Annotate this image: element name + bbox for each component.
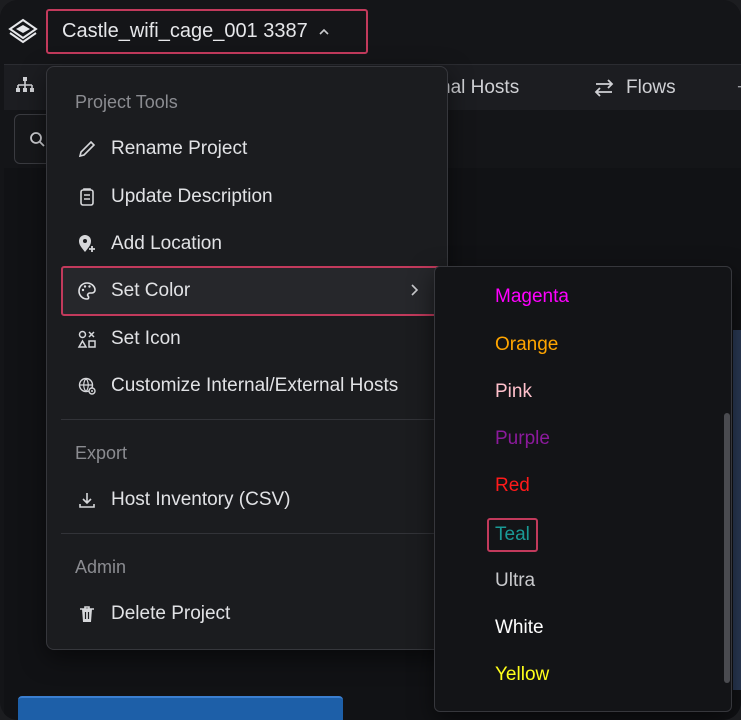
- pencil-icon: [77, 139, 97, 159]
- menu-item-rename-project[interactable]: Rename Project: [61, 126, 439, 172]
- menu-item-add-location[interactable]: Add Location: [61, 221, 439, 267]
- chevron-right-icon: [411, 284, 419, 296]
- search-icon: [30, 132, 45, 147]
- canvas-card[interactable]: [18, 696, 343, 720]
- clipboard-icon: [77, 187, 97, 207]
- network-tree-icon[interactable]: [14, 75, 36, 95]
- menu-item-delete-project[interactable]: Delete Project: [61, 591, 439, 637]
- menu-item-label: Set Icon: [111, 328, 181, 349]
- add-tab-button[interactable]: +: [737, 77, 741, 99]
- project-tools-menu: Project Tools Rename Project Update Desc…: [46, 66, 448, 650]
- project-title: Castle_wifi_cage_001 3387: [62, 20, 308, 42]
- canvas-node-edge: [733, 330, 741, 690]
- map-pin-plus-icon: [77, 234, 97, 254]
- menu-item-label: Rename Project: [111, 138, 248, 159]
- menu-item-label: Update Description: [111, 186, 273, 207]
- menu-item-label: Add Location: [111, 233, 222, 254]
- section-project-tools: Project Tools: [75, 92, 178, 112]
- submenu-scrollbar[interactable]: [724, 413, 730, 683]
- color-option-red[interactable]: Red: [495, 475, 530, 497]
- top-bar: Castle_wifi_cage_001 3387: [0, 0, 741, 62]
- menu-item-host-inventory-csv[interactable]: Host Inventory (CSV): [61, 477, 439, 523]
- color-option-magenta[interactable]: Magenta: [495, 286, 569, 308]
- color-option-teal[interactable]: Teal: [487, 518, 538, 552]
- globe-gear-icon: [77, 376, 97, 396]
- menu-item-label: Host Inventory (CSV): [111, 489, 291, 510]
- section-admin: Admin: [75, 557, 127, 577]
- app-window: Castle_wifi_cage_001 3387 nal Hosts Flow…: [0, 0, 741, 720]
- color-option-purple[interactable]: Purple: [495, 428, 550, 450]
- tab-flows[interactable]: Flows: [594, 77, 676, 99]
- color-submenu: Magenta Orange Pink Purple Red Teal Ultra White…: [434, 266, 732, 712]
- color-option-white[interactable]: White: [495, 617, 544, 639]
- download-icon: [77, 490, 97, 510]
- project-selector-button[interactable]: Castle_wifi_cage_001 3387: [46, 9, 368, 54]
- color-option-yellow[interactable]: Yellow: [495, 664, 549, 686]
- menu-item-set-color[interactable]: Set Color: [61, 266, 441, 316]
- menu-divider: [61, 419, 435, 420]
- menu-divider: [61, 533, 435, 534]
- menu-item-label: Customize Internal/External Hosts: [111, 375, 399, 396]
- flows-arrows-icon: [594, 79, 614, 97]
- section-export: Export: [75, 443, 128, 463]
- trash-icon: [77, 604, 97, 624]
- color-option-orange[interactable]: Orange: [495, 334, 558, 356]
- tab-flows-label: Flows: [626, 77, 676, 98]
- color-option-pink[interactable]: Pink: [495, 381, 532, 403]
- menu-item-label: Delete Project: [111, 603, 231, 624]
- shapes-icon: [77, 329, 97, 349]
- app-logo-icon[interactable]: [8, 16, 38, 44]
- menu-item-set-icon[interactable]: Set Icon: [61, 316, 439, 362]
- chevron-up-icon: [319, 28, 329, 35]
- palette-icon: [77, 281, 97, 301]
- color-option-ultra[interactable]: Ultra: [495, 570, 535, 592]
- menu-item-label: Set Color: [111, 280, 191, 301]
- menu-item-update-description[interactable]: Update Description: [61, 174, 439, 220]
- menu-item-customize-hosts[interactable]: Customize Internal/External Hosts: [61, 363, 439, 409]
- tab-hosts[interactable]: nal Hosts: [440, 77, 519, 99]
